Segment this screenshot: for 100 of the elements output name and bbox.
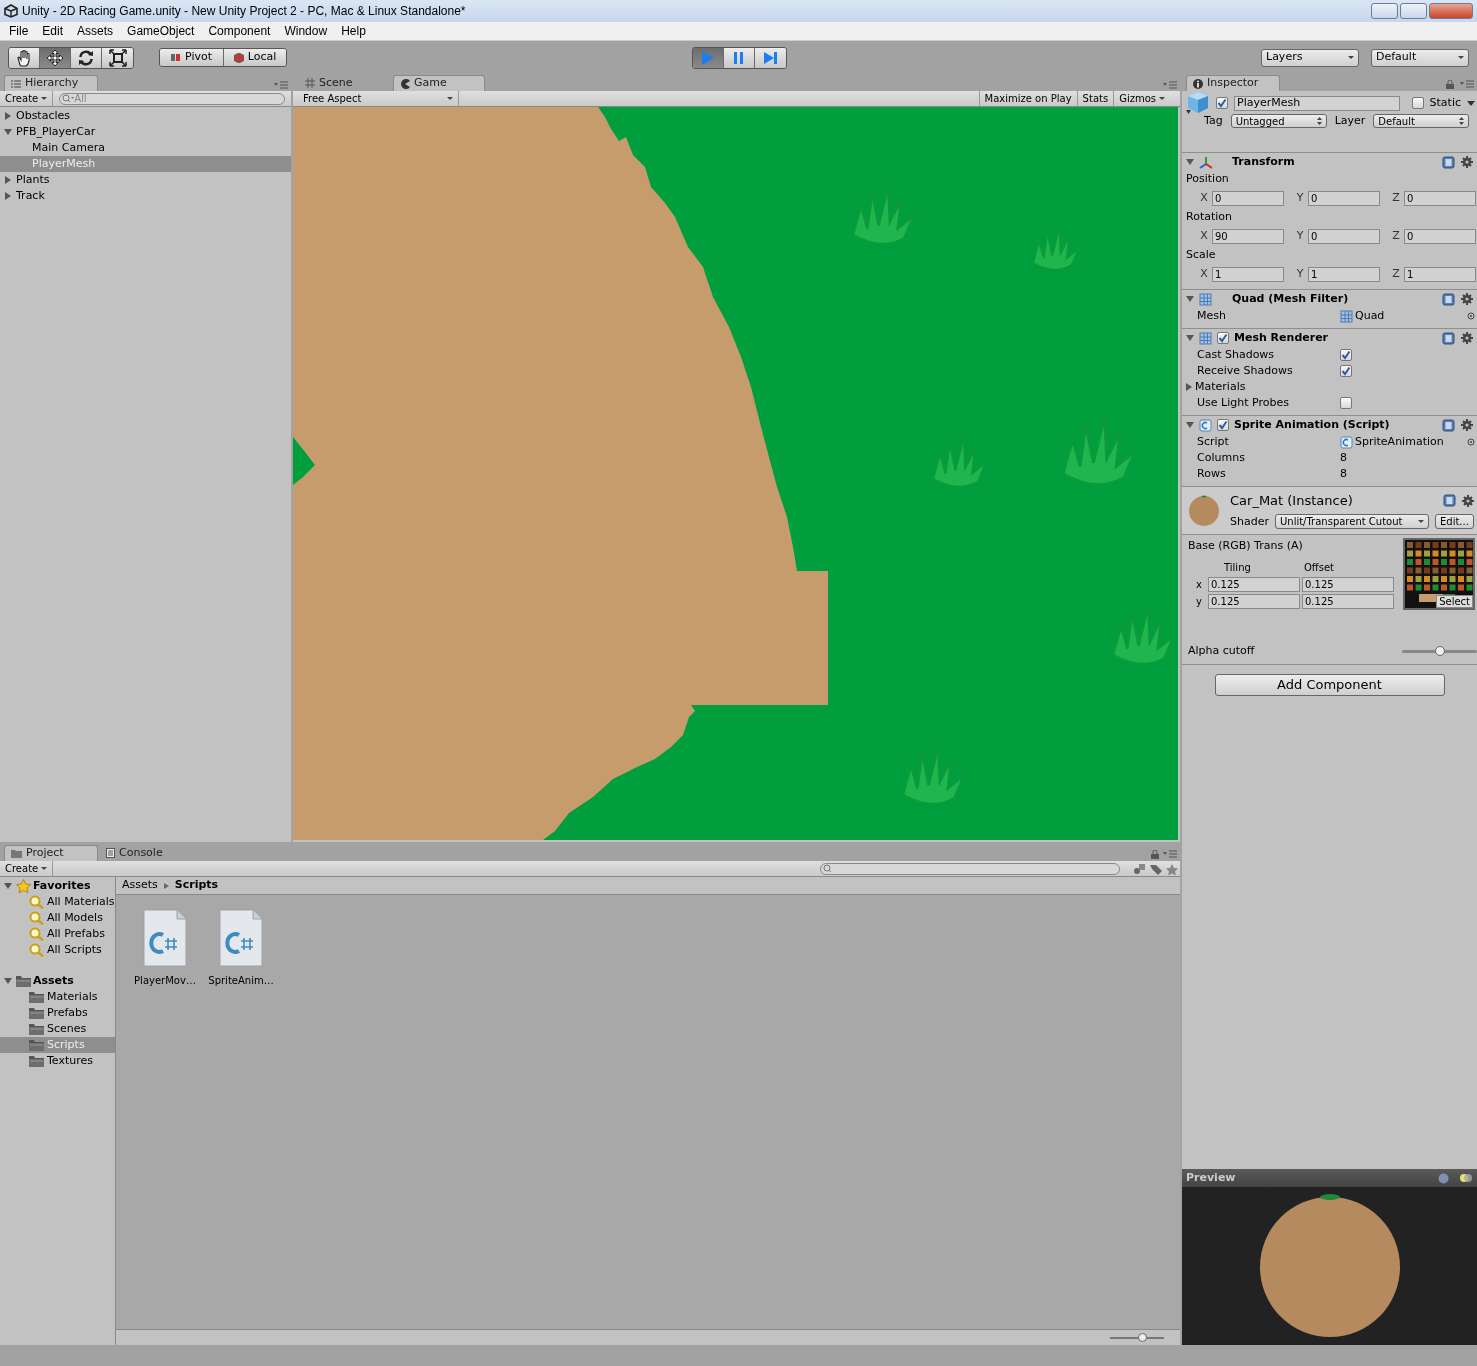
number-field[interactable]: 1 [1212,266,1284,282]
gear-icon[interactable] [1461,332,1473,344]
maximize-button[interactable] [1400,3,1427,19]
panel-menu-icon[interactable] [1163,850,1177,858]
close-button[interactable] [1429,3,1473,19]
number-field[interactable]: 1 [1404,266,1476,282]
lights-icon[interactable] [1459,1172,1473,1183]
toolbar-button[interactable]: Gizmos [1113,91,1170,106]
filter-type-icon[interactable] [1132,862,1148,875]
playback-controls[interactable] [692,46,787,69]
tree-row[interactable]: Textures [0,1053,115,1069]
help-icon[interactable] [1442,155,1455,169]
number-field[interactable]: 90 [1212,228,1284,244]
csharp-file-icon[interactable] [219,909,263,967]
shader-dropdown[interactable]: Unlit/Transparent Cutout [1274,514,1429,530]
hierarchy-row[interactable]: Main Camera [0,140,291,156]
edit-button[interactable]: Edit... [1434,514,1474,530]
tool-button[interactable] [71,47,102,68]
number-field[interactable]: 0.125 [1302,577,1394,592]
tool-button[interactable] [102,47,133,68]
csharp-file-icon[interactable] [143,909,187,967]
tree-row[interactable]: All Prefabs [0,926,115,942]
tree-row[interactable]: All Materials [0,894,115,910]
toolbar-button[interactable]: Maximize on Play [978,91,1077,106]
create-dropdown[interactable]: Create [0,861,54,876]
project-tab[interactable]: Project [4,845,98,861]
sphere-icon[interactable] [1438,1172,1449,1184]
star-icon[interactable] [1164,862,1180,875]
gear-icon[interactable] [1461,156,1473,168]
hierarchy-row[interactable]: Obstacles [0,108,291,124]
game-tab[interactable]: Game [393,75,485,91]
zoom-slider-thumb[interactable] [1138,1332,1148,1342]
foldout-arrow-icon[interactable] [5,176,11,184]
help-icon[interactable] [1442,292,1455,306]
hierarchy-row[interactable]: Track [0,188,291,204]
tree-row[interactable]: All Models [0,910,115,926]
file-name[interactable]: SpriteAnim… [208,973,274,988]
foldout-arrow-icon[interactable] [5,112,11,120]
foldout-arrow-icon[interactable] [1186,159,1194,165]
file-name[interactable]: PlayerMov… [134,973,196,988]
hierarchy-row[interactable]: Plants [0,172,291,188]
enabled-checkbox[interactable] [1217,419,1229,431]
hierarchy-row[interactable]: PFB_PlayerCar [0,124,291,140]
tree-header[interactable]: Assets [0,973,115,989]
layers-dropdown[interactable]: Layers [1261,48,1359,67]
add-component-button[interactable]: Add Component [1214,674,1445,696]
help-icon[interactable] [1442,418,1455,432]
checkbox[interactable] [1340,397,1352,409]
tree-row[interactable]: Materials [0,989,115,1005]
hierarchy-tab[interactable]: Hierarchy [4,75,98,91]
object-field[interactable]: Quad [1355,307,1385,325]
checkbox[interactable] [1340,365,1352,377]
minimize-button[interactable] [1371,3,1398,19]
aspect-dropdown[interactable]: Free Aspect [293,91,459,106]
menu-item[interactable]: Help [334,22,373,40]
slider-track[interactable] [1402,649,1477,653]
number-field[interactable]: 0 [1212,190,1284,206]
scene-tab[interactable]: Scene [299,75,391,91]
number-field[interactable]: 0.125 [1302,594,1394,609]
lock-icon[interactable] [1151,850,1159,859]
checkbox[interactable] [1340,349,1352,361]
pivot-button[interactable]: Pivot [160,49,224,66]
object-name-field[interactable]: PlayerMesh [1234,95,1400,111]
object-picker-icon[interactable] [1467,438,1475,446]
number-field[interactable]: 0.125 [1208,594,1300,609]
object-field[interactable]: SpriteAnimation [1355,433,1444,451]
gear-icon[interactable] [1461,293,1473,305]
foldout-arrow-icon[interactable] [4,129,12,135]
number-field[interactable]: 0 [1308,190,1380,206]
number-field[interactable]: 0 [1404,228,1476,244]
menu-item[interactable]: Edit [35,22,71,40]
transform-tools-group[interactable] [8,46,134,69]
active-checkbox[interactable] [1216,97,1228,109]
slider-thumb[interactable] [1434,645,1445,656]
tool-button[interactable] [9,47,40,68]
layout-dropdown[interactable]: Default [1371,48,1469,67]
breadcrumb-item[interactable]: Assets [122,877,158,894]
step-button[interactable] [755,47,786,68]
number-field[interactable]: 0.125 [1208,577,1300,592]
tool-button[interactable] [40,47,71,68]
panel-menu-icon[interactable] [1163,81,1177,89]
tree-row[interactable]: All Scripts [0,942,115,958]
toolbar-button[interactable]: Stats [1076,91,1114,106]
static-checkbox[interactable] [1411,97,1424,109]
search-field[interactable] [820,862,1120,875]
menu-item[interactable]: Window [277,22,335,40]
tree-row[interactable]: Scenes [0,1021,115,1037]
number-field[interactable]: 0 [1308,228,1380,244]
foldout-arrow-icon[interactable] [5,192,11,200]
menu-item[interactable]: File [2,22,36,40]
gear-icon[interactable] [1461,419,1473,431]
panel-menu-icon[interactable] [1460,80,1474,88]
tag-dropdown[interactable]: Untagged [1230,114,1327,128]
zoom-slider-track[interactable] [1110,1336,1164,1339]
panel-menu-icon[interactable] [274,81,288,89]
local-button[interactable]: Local [224,49,286,66]
help-icon[interactable] [1442,331,1455,345]
lock-icon[interactable] [1446,80,1454,89]
create-dropdown[interactable]: Create [0,91,54,106]
menu-item[interactable]: Component [201,22,278,40]
